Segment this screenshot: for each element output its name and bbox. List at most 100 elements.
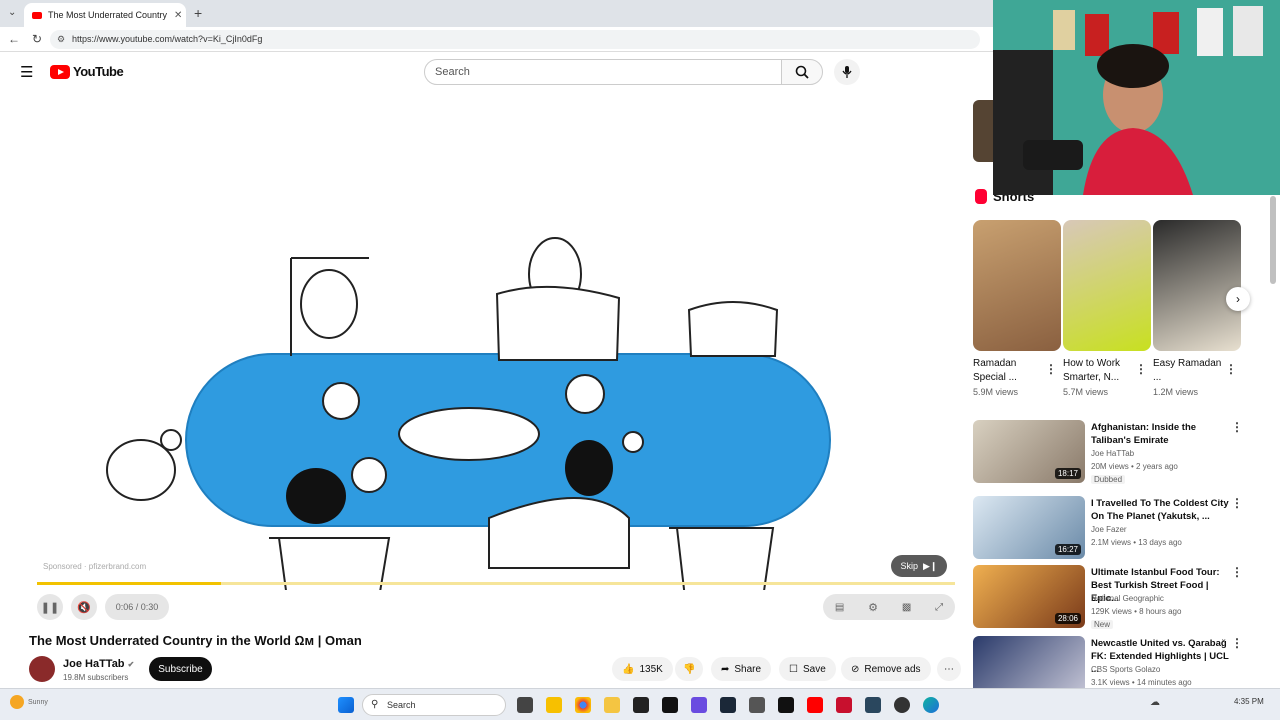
tiktok-icon[interactable] <box>662 697 678 713</box>
browser-tab[interactable]: The Most Underrated Country in th ✕ <box>24 3 186 27</box>
no-ads-icon: ⊘ <box>851 663 860 675</box>
more-vert-icon[interactable]: ⋮ <box>1231 420 1243 434</box>
mute-button[interactable]: 🔇 <box>71 594 97 620</box>
steam-alt-icon[interactable] <box>865 697 881 713</box>
shorts-logo-icon <box>975 189 987 204</box>
page-scrollbar[interactable] <box>1270 196 1276 284</box>
youtube-play-icon <box>50 64 70 79</box>
microphone-icon <box>842 66 852 78</box>
epic-games-icon[interactable] <box>633 697 649 713</box>
youtube-logo[interactable]: YouTube <box>50 64 124 79</box>
shorts-next-button[interactable]: › <box>1226 287 1250 311</box>
back-icon[interactable]: ← <box>8 32 20 46</box>
more-vert-icon[interactable]: ⋮ <box>1135 362 1147 376</box>
new-tab-icon[interactable]: + <box>194 5 202 21</box>
more-actions-button[interactable]: ⋯ <box>937 657 961 681</box>
player-controls: ❚❚ 🔇 0:06 / 0:30 ▤ ⚙ ▩ ⤢ <box>29 590 963 624</box>
close-tab-icon[interactable]: ✕ <box>174 10 182 21</box>
adobe-icon[interactable] <box>836 697 852 713</box>
weather-widget[interactable]: Sunny <box>10 695 48 709</box>
edge-icon[interactable] <box>923 697 939 713</box>
tab-title: The Most Underrated Country in th <box>48 10 168 20</box>
short-title[interactable]: Easy Ramadan ... <box>1153 357 1231 385</box>
channel-name[interactable]: Joe HaTTab <box>1091 449 1134 458</box>
channel-name[interactable]: CBS Sports Golazo <box>1091 665 1160 674</box>
tab-list-chevron-icon[interactable]: ⌄ <box>8 7 16 18</box>
gear-icon[interactable]: ⚙ <box>868 601 878 614</box>
url-field[interactable]: ⚙ https://www.youtube.com/watch?v=Ki_CjI… <box>50 30 980 49</box>
miniplayer-icon[interactable]: ▩ <box>902 602 911 613</box>
captions-icon[interactable]: ▤ <box>835 602 844 613</box>
share-button[interactable]: ➦ Share <box>711 657 772 681</box>
short-card[interactable]: Ramadan Special ... 5.9M views ⋮ <box>973 220 1061 397</box>
short-title[interactable]: How to Work Smarter, N... <box>1063 357 1141 385</box>
partial-recommendation-thumb[interactable] <box>973 100 995 162</box>
recommendation-item[interactable]: 18:17 Afghanistan: Inside the Taliban's … <box>973 420 1273 484</box>
chrome-icon[interactable] <box>575 697 591 713</box>
app-icon[interactable] <box>749 697 765 713</box>
taskbar: Sunny ⚲ Search ☁ 4:35 PM <box>0 688 1280 720</box>
search-input[interactable]: Search <box>424 59 782 85</box>
gamepad-icon[interactable] <box>691 697 707 713</box>
video-thumbnail[interactable]: 16:27 <box>973 496 1085 559</box>
short-thumbnail[interactable] <box>973 220 1061 351</box>
recommendation-item[interactable]: 28:06 Ultimate Istanbul Food Tour: Best … <box>973 565 1273 629</box>
channel-name[interactable]: Joe HaTTab ✔ <box>63 658 134 670</box>
channel-avatar[interactable] <box>29 656 55 682</box>
more-vert-icon[interactable]: ⋮ <box>1225 362 1237 376</box>
obs-icon[interactable] <box>894 697 910 713</box>
video-meta: 20M views • 2 years ago <box>1091 462 1178 471</box>
channel-name[interactable]: Joe Fazer <box>1091 525 1127 534</box>
more-vert-icon[interactable]: ⋮ <box>1231 565 1243 579</box>
app-icon[interactable] <box>546 697 562 713</box>
video-title[interactable]: I Travelled To The Coldest City On The P… <box>1091 497 1231 523</box>
more-vert-icon[interactable]: ⋮ <box>1231 496 1243 510</box>
skip-ad-button[interactable]: Skip ▶❙ <box>891 555 947 577</box>
capcut-icon[interactable] <box>778 697 794 713</box>
fullscreen-icon[interactable]: ⤢ <box>935 602 943 613</box>
search-button[interactable] <box>781 59 823 85</box>
save-button[interactable]: ☐ Save <box>779 657 836 681</box>
pause-button[interactable]: ❚❚ <box>37 594 63 620</box>
more-vert-icon[interactable]: ⋮ <box>1231 636 1243 650</box>
cloud-icon[interactable]: ☁ <box>1150 697 1160 708</box>
duration-badge: 18:17 <box>1054 468 1081 479</box>
video-title[interactable]: Afghanistan: Inside the Taliban's Emirat… <box>1091 421 1231 447</box>
recommendation-item[interactable]: 16:27 I Travelled To The Coldest City On… <box>973 496 1273 560</box>
chevron-right-icon: › <box>1236 292 1240 306</box>
remove-ads-button[interactable]: ⊘ Remove ads <box>841 657 931 681</box>
short-title[interactable]: Ramadan Special ... <box>973 357 1051 385</box>
subscribe-button[interactable]: Subscribe <box>149 657 212 681</box>
video-player[interactable]: Sponsored · pfizerbrand.com Skip ▶❙ ❚❚ 🔇… <box>29 98 963 624</box>
reload-icon[interactable]: ↻ <box>32 32 42 46</box>
channel-name-text: Joe HaTTab <box>63 658 125 670</box>
task-view-icon[interactable] <box>517 697 533 713</box>
thumbs-down-icon: 👎 <box>683 663 696 675</box>
youtube-app-icon[interactable] <box>807 697 823 713</box>
video-thumbnail[interactable]: 18:17 <box>973 420 1085 483</box>
share-icon: ➦ <box>721 663 730 675</box>
short-card[interactable]: Easy Ramadan ... 1.2M views ⋮ <box>1153 220 1241 397</box>
like-button[interactable]: 👍 135K <box>612 657 673 681</box>
taskbar-search-box[interactable]: ⚲ Search <box>362 694 506 716</box>
short-thumbnail[interactable] <box>1063 220 1151 351</box>
video-meta: 2.1M views • 13 days ago <box>1091 538 1182 547</box>
clock[interactable]: 4:35 PM <box>1234 697 1264 706</box>
short-card[interactable]: How to Work Smarter, N... 5.7M views ⋮ <box>1063 220 1151 397</box>
windows-start-icon[interactable] <box>338 697 354 713</box>
sponsor-text[interactable]: Sponsored · pfizerbrand.com <box>43 562 146 571</box>
channel-name[interactable]: National Geographic <box>1091 594 1164 603</box>
more-vert-icon[interactable]: ⋮ <box>1045 362 1057 376</box>
steam-icon[interactable] <box>720 697 736 713</box>
subscriber-count: 19.8M subscribers <box>63 673 129 682</box>
video-thumbnail[interactable]: 28:06 <box>973 565 1085 628</box>
save-label: Save <box>802 663 826 675</box>
dislike-button[interactable]: 👎 <box>675 657 704 681</box>
short-thumbnail[interactable] <box>1153 220 1241 351</box>
more-horizontal-icon: ⋯ <box>944 663 954 675</box>
file-explorer-icon[interactable] <box>604 697 620 713</box>
voice-search-button[interactable] <box>834 59 860 85</box>
site-info-icon[interactable]: ⚙ <box>57 30 65 49</box>
ad-progress-track[interactable] <box>37 582 955 585</box>
menu-icon[interactable]: ☰ <box>20 63 33 81</box>
